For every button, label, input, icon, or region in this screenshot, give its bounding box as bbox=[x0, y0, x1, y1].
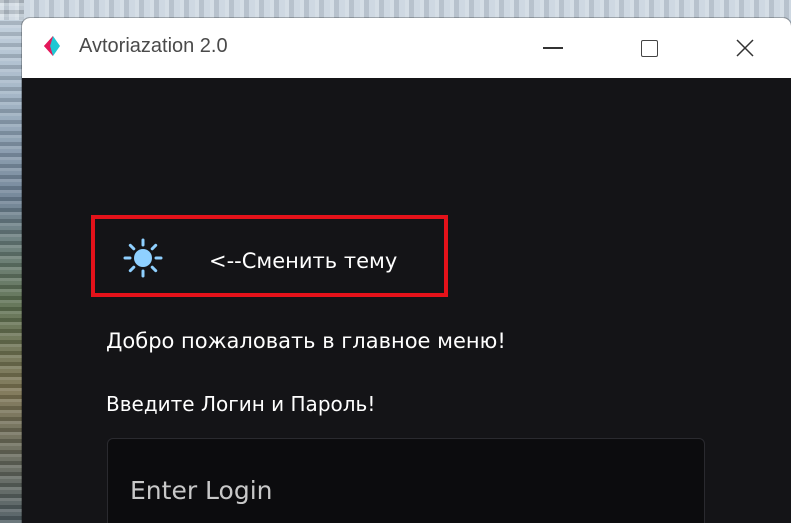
main-content: <--Сменить тему Добро пожаловать в главн… bbox=[22, 78, 791, 523]
close-icon bbox=[736, 39, 754, 57]
theme-toggle-button[interactable]: <--Сменить тему bbox=[91, 215, 448, 297]
close-button[interactable] bbox=[710, 18, 780, 78]
login-placeholder: Enter Login bbox=[130, 476, 273, 505]
login-input[interactable]: Enter Login bbox=[107, 438, 705, 523]
minimize-button[interactable] bbox=[518, 18, 588, 78]
maximize-icon bbox=[640, 39, 658, 57]
app-logo-icon bbox=[43, 35, 61, 57]
login-prompt: Введите Логин и Пароль! bbox=[106, 392, 376, 416]
maximize-button[interactable] bbox=[614, 18, 684, 78]
title-bar[interactable]: Avtoriazation 2.0 bbox=[22, 18, 791, 78]
app-window: Avtoriazation 2.0 <--Сменить тему Добро … bbox=[22, 18, 791, 523]
sun-icon[interactable] bbox=[123, 238, 163, 278]
welcome-message: Добро пожаловать в главное меню! bbox=[106, 329, 506, 353]
window-title: Avtoriazation 2.0 bbox=[79, 35, 228, 57]
theme-toggle-label: <--Сменить тему bbox=[209, 249, 398, 273]
minimize-icon bbox=[543, 47, 563, 49]
